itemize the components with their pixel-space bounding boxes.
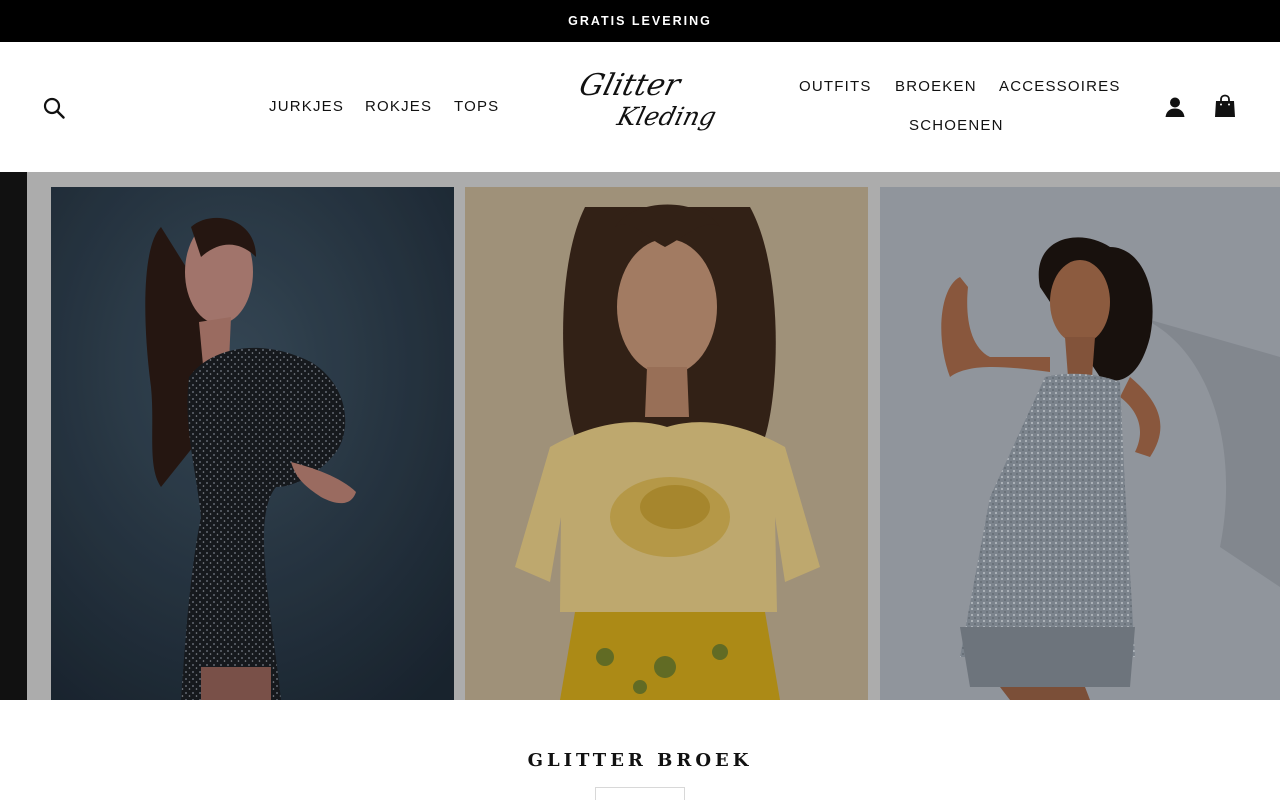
nav-broeken[interactable]: BROEKEN xyxy=(895,78,977,95)
nav-tops[interactable]: TOPS xyxy=(454,98,499,115)
shopping-bag-icon xyxy=(1215,94,1235,117)
carousel-edge xyxy=(0,172,27,700)
model-yellow-glitter-tshirt-image xyxy=(465,187,868,700)
nav-jurkjes[interactable]: JURKJES xyxy=(269,98,344,115)
search-icon xyxy=(43,97,65,119)
site-header: JURKJES ROKJES TOPS Glitter Kleding OUTF… xyxy=(0,42,1280,172)
announcement-bar: GRATIS LEVERING xyxy=(0,0,1280,42)
search-button[interactable] xyxy=(40,94,68,122)
hero-image-1 xyxy=(51,187,454,700)
model-black-sequin-dress-image xyxy=(51,187,454,700)
nav-accessoires[interactable]: ACCESSOIRES xyxy=(999,78,1121,95)
hero-banner[interactable] xyxy=(0,172,1280,700)
model-silver-fringe-dress-image xyxy=(880,187,1280,700)
logo-line-1: Glitter xyxy=(575,68,684,103)
logo-line-2: Kleding xyxy=(614,102,720,131)
hero-image-2 xyxy=(465,187,868,700)
site-logo[interactable]: Glitter Kleding xyxy=(574,66,720,138)
nav-outfits[interactable]: OUTFITS xyxy=(799,78,872,95)
section-button[interactable] xyxy=(595,787,685,800)
cart-button[interactable] xyxy=(1211,92,1239,120)
announcement-text: GRATIS LEVERING xyxy=(568,14,712,28)
nav-rokjes[interactable]: ROKJES xyxy=(365,98,432,115)
hero-image-3 xyxy=(880,187,1280,700)
nav-schoenen[interactable]: SCHOENEN xyxy=(909,117,1004,134)
user-icon xyxy=(1165,97,1185,117)
section-title: GLITTER BROEK xyxy=(527,750,753,771)
account-button[interactable] xyxy=(1161,93,1189,121)
